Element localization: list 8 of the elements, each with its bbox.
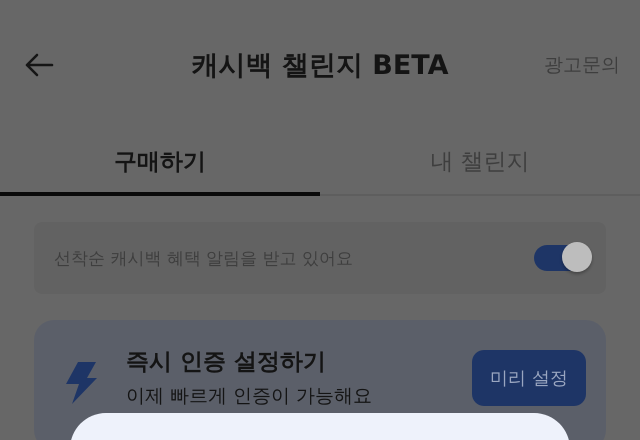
- page-title: 캐시백 챌린지 BETA: [191, 49, 449, 83]
- preset-button[interactable]: 미리 설정: [472, 350, 586, 406]
- card-subtitle: 이제 빠르게 인증이 가능해요: [126, 384, 372, 409]
- tab[interactable]: 구매하기: [0, 130, 320, 196]
- card-title: 즉시 인증 설정하기: [126, 348, 328, 377]
- lightning-icon: [66, 362, 98, 404]
- back-arrow-icon[interactable]: [24, 53, 54, 77]
- toggle-switch[interactable]: [534, 245, 590, 271]
